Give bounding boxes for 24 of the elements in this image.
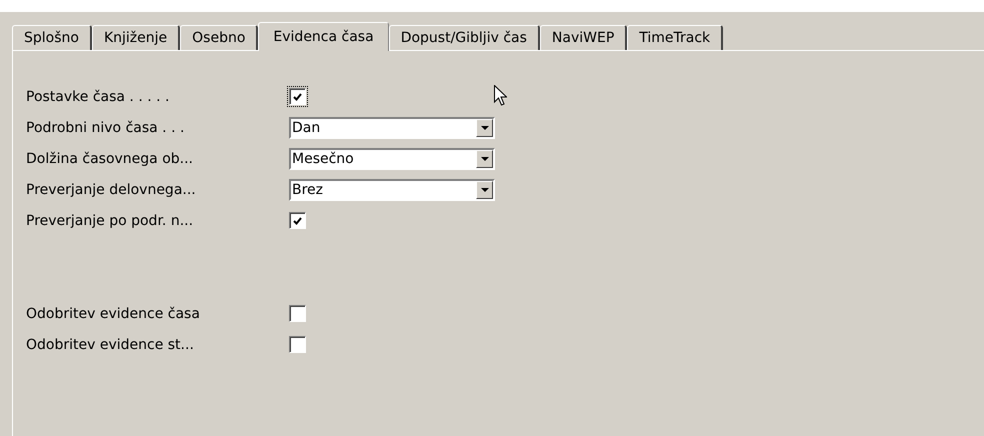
checkbox[interactable] bbox=[289, 336, 306, 353]
checkbox[interactable] bbox=[289, 88, 306, 105]
field-label: Odobritev evidence časa bbox=[26, 306, 201, 322]
mouse-pointer-icon bbox=[494, 85, 507, 106]
field-label: Preverjanje delovnega... bbox=[26, 182, 197, 198]
tab[interactable]: Osebno bbox=[180, 25, 258, 50]
checkmark-icon bbox=[293, 216, 302, 224]
field-label: Postavke časa . . . . . bbox=[26, 88, 170, 104]
checkbox[interactable] bbox=[289, 212, 306, 229]
dropdown[interactable]: Dan bbox=[289, 116, 495, 138]
tab[interactable]: NaviWEP bbox=[540, 25, 628, 50]
tab[interactable]: Splošno bbox=[12, 25, 92, 50]
tab[interactable]: TimeTrack bbox=[627, 25, 724, 50]
dropdown[interactable]: Brez bbox=[289, 178, 495, 200]
field-label: Preverjanje po podr. n... bbox=[26, 212, 194, 228]
tab[interactable]: Evidenca časa bbox=[258, 22, 389, 51]
field-label: Podrobni nivo časa . . . bbox=[26, 120, 186, 136]
checkmark-icon bbox=[293, 92, 302, 100]
checkbox[interactable] bbox=[289, 305, 306, 322]
field-label: Odobritev evidence st... bbox=[26, 336, 195, 352]
tab[interactable]: Knjiženje bbox=[92, 25, 180, 50]
dropdown[interactable]: Mesečno bbox=[289, 148, 495, 170]
tab[interactable]: Dopust/Gibljiv čas bbox=[388, 25, 540, 50]
field-label: Dolžina časovnega ob... bbox=[26, 150, 194, 166]
